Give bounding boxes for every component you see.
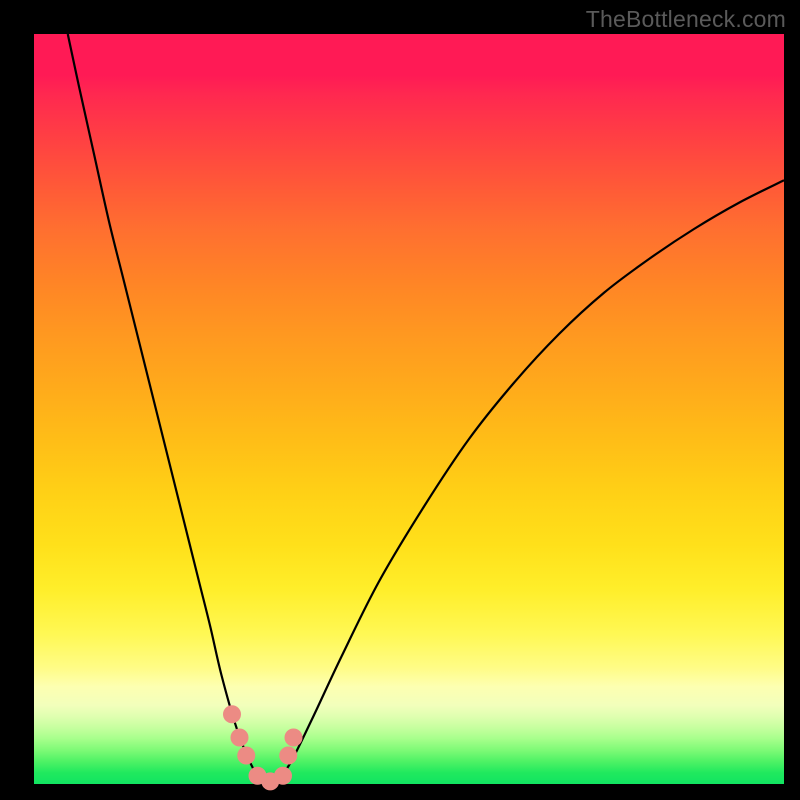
bottleneck-curve	[68, 34, 784, 784]
chart-plot-area	[34, 34, 784, 784]
bottleneck-curve-svg	[34, 34, 784, 784]
curve-marker	[274, 767, 292, 785]
watermark-text: TheBottleneck.com	[586, 6, 786, 33]
curve-marker	[231, 729, 249, 747]
curve-marker	[285, 729, 303, 747]
curve-markers	[223, 705, 303, 790]
curve-marker	[223, 705, 241, 723]
chart-frame: TheBottleneck.com	[0, 0, 800, 800]
curve-marker	[237, 747, 255, 765]
curve-marker	[279, 747, 297, 765]
